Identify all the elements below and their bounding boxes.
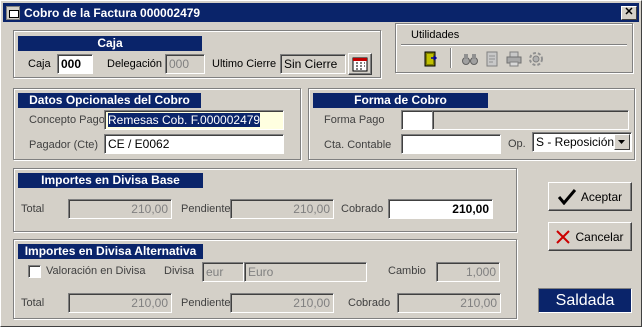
valoracion-checkbox[interactable] <box>28 265 41 278</box>
datos-opcionales-title: Datos Opcionales del Cobro <box>18 93 201 108</box>
alt-total-label: Total <box>21 297 45 309</box>
forma-pago-label: Forma Pago <box>324 114 385 126</box>
caja-label: Caja <box>28 58 51 70</box>
search-button[interactable] <box>459 48 481 70</box>
checkmark-icon <box>557 188 576 205</box>
forma-pago-code-input[interactable] <box>401 110 433 130</box>
aceptar-button[interactable]: Aceptar <box>548 182 632 211</box>
divisa-name-field: Euro <box>244 262 367 282</box>
forma-cobro-title: Forma de Cobro <box>313 93 488 108</box>
cancelar-button[interactable]: Cancelar <box>548 222 632 251</box>
base-cobrado-input[interactable]: 210,00 <box>388 199 493 219</box>
utilidades-label: Utilidades <box>411 29 460 41</box>
saldada-status: Saldada <box>538 288 632 313</box>
base-total-field: 210,00 <box>68 199 172 219</box>
concepto-pago-input[interactable]: Remesas Cob. F.000002479 <box>104 110 284 130</box>
window-title: Cobro de la Factura 000002479 <box>24 5 201 20</box>
exit-door-icon <box>424 51 438 67</box>
cierre-lookup-button[interactable] <box>348 53 372 75</box>
gear-icon <box>529 52 543 66</box>
concepto-pago-label: Concepto Pago <box>29 114 105 126</box>
saldada-label: Saldada <box>555 291 615 309</box>
delegacion-input: 000 <box>165 54 205 74</box>
settings-button[interactable] <box>525 48 547 70</box>
cta-contable-label: Cta. Contable <box>324 139 392 151</box>
cancelar-label: Cancelar <box>575 229 624 244</box>
base-pendiente-field: 210,00 <box>230 199 334 219</box>
ultimo-cierre-label: Ultimo Cierre <box>212 58 277 70</box>
caja-input[interactable]: 000 <box>57 54 93 74</box>
document-button[interactable] <box>481 48 503 70</box>
delegacion-label: Delegación <box>107 58 163 70</box>
base-total-label: Total <box>21 203 45 215</box>
caja-title: Caja <box>18 36 202 51</box>
valoracion-label: Valoración en Divisa <box>46 265 146 277</box>
base-pendiente-label: Pendiente <box>181 203 231 215</box>
cancel-x-icon <box>556 229 571 244</box>
importes-base-title: Importes en Divisa Base <box>18 173 203 188</box>
alt-total-field: 210,00 <box>68 293 172 313</box>
alt-cobrado-field: 210,00 <box>397 293 501 313</box>
cta-contable-input[interactable] <box>401 134 501 154</box>
pagador-label: Pagador (Cte) <box>29 139 99 151</box>
print-button[interactable] <box>503 48 525 70</box>
chevron-down-icon[interactable] <box>614 134 630 150</box>
calendar-icon <box>352 57 368 72</box>
printer-icon <box>506 51 522 67</box>
app-icon <box>6 5 20 20</box>
title-bar[interactable]: Cobro de la Factura 000002479 ✕ <box>3 3 639 22</box>
close-button[interactable]: ✕ <box>621 5 637 20</box>
ultimo-cierre-field: Sin Cierre <box>280 54 346 74</box>
alt-pendiente-field: 210,00 <box>230 293 334 313</box>
aceptar-label: Aceptar <box>580 189 623 204</box>
op-label: Op. <box>508 138 526 150</box>
cambio-label: Cambio <box>388 265 426 277</box>
binoculars-icon <box>462 54 478 65</box>
base-cobrado-label: Cobrado <box>341 203 384 215</box>
importes-alternativa-title: Importes en Divisa Alternativa <box>18 244 203 259</box>
exit-door-button[interactable] <box>420 48 442 70</box>
op-select[interactable]: S - Reposición <box>532 132 632 152</box>
document-icon <box>486 51 498 67</box>
divisa-label: Divisa <box>164 265 194 277</box>
toolbar-separator <box>450 48 451 68</box>
alt-pendiente-label: Pendiente <box>181 297 231 309</box>
cambio-field: 1,000 <box>436 262 500 282</box>
forma-pago-desc-field <box>432 110 629 130</box>
divisa-code-field: eur <box>202 262 244 282</box>
alt-cobrado-label: Cobrado <box>348 297 391 309</box>
cobro-window: Cobro de la Factura 000002479 ✕ Caja Caj… <box>0 0 642 327</box>
utilidades-divider <box>401 44 627 45</box>
pagador-input[interactable]: CE / E0062 <box>104 134 284 154</box>
